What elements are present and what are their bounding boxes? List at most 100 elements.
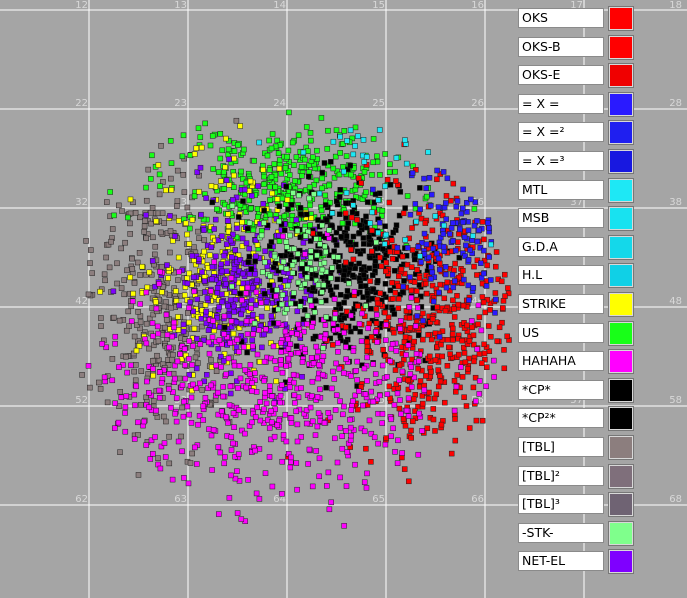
data-point [478, 327, 485, 334]
legend-color-swatch[interactable] [608, 63, 634, 89]
data-point [156, 369, 163, 375]
data-point [392, 268, 398, 274]
data-point [450, 337, 456, 343]
data-point [291, 290, 297, 296]
data-point [432, 357, 439, 363]
data-point [229, 254, 235, 261]
data-point [235, 407, 242, 413]
data-point [123, 327, 130, 334]
legend-color-swatch[interactable] [608, 492, 634, 518]
legend-label[interactable]: OKS-E [518, 65, 604, 86]
legend-label[interactable]: MSB [518, 208, 604, 229]
data-point [226, 313, 233, 319]
data-point [324, 146, 331, 152]
data-point [393, 348, 400, 354]
data-point [476, 227, 482, 234]
legend-color-swatch[interactable] [608, 349, 634, 375]
data-point [298, 211, 304, 217]
legend-label[interactable]: = X = [518, 93, 604, 114]
data-point [142, 218, 148, 224]
legend-color-swatch[interactable] [608, 120, 634, 146]
legend-label[interactable]: OKS-B [518, 36, 604, 57]
legend-label[interactable]: -STK- [518, 522, 604, 543]
legend-color-swatch[interactable] [608, 463, 634, 489]
legend-label[interactable]: G.D.A [518, 236, 604, 257]
data-point [249, 343, 256, 349]
data-point [391, 311, 398, 317]
data-point [137, 272, 143, 278]
legend-label[interactable]: *CP²* [518, 408, 604, 429]
data-point [162, 324, 168, 331]
data-point [231, 309, 237, 315]
legend-label[interactable]: MTL [518, 179, 604, 200]
data-point [125, 214, 131, 221]
legend-color-swatch[interactable] [608, 148, 634, 174]
data-point [319, 222, 325, 229]
data-point [298, 298, 304, 305]
legend-color-swatch[interactable] [608, 177, 634, 203]
grid-cell-label: 22 [75, 98, 88, 109]
data-point [286, 172, 293, 178]
legend-color-swatch[interactable] [608, 263, 634, 289]
legend-label[interactable]: [TBL]³ [518, 494, 604, 515]
grid-cell-label: 13 [174, 0, 187, 11]
legend-color-swatch[interactable] [608, 206, 634, 232]
legend-color-swatch[interactable] [608, 549, 634, 575]
legend-label[interactable]: STRIKE [518, 293, 604, 314]
data-point [351, 288, 358, 295]
legend-label[interactable]: [TBL]² [518, 465, 604, 486]
data-point [398, 266, 405, 273]
data-point [310, 154, 316, 160]
legend-color-swatch[interactable] [608, 406, 634, 432]
legend-label[interactable]: NET-EL [518, 551, 604, 572]
data-point [189, 362, 195, 368]
legend-color-swatch[interactable] [608, 520, 634, 546]
legend-label[interactable]: = X =² [518, 122, 604, 143]
data-point [213, 253, 219, 260]
data-point [106, 264, 113, 271]
data-point [283, 183, 289, 190]
legend-row: [TBL]³ [517, 491, 639, 520]
legend-color-swatch[interactable] [608, 291, 634, 317]
legend-label[interactable]: US [518, 322, 604, 343]
data-point [237, 375, 244, 382]
legend-label[interactable]: OKS [518, 8, 604, 28]
data-point [370, 286, 377, 293]
legend-color-swatch[interactable] [608, 6, 634, 31]
data-point [285, 147, 292, 154]
legend-label[interactable]: HAHAHA [518, 351, 604, 372]
data-point [319, 371, 326, 378]
data-point [166, 433, 172, 440]
legend-row: STRIKE [517, 291, 639, 320]
data-point [308, 248, 314, 254]
legend-color-swatch[interactable] [608, 234, 634, 260]
legend-color-swatch[interactable] [608, 34, 634, 60]
data-point [350, 256, 357, 263]
data-point [343, 344, 349, 350]
data-point [411, 256, 418, 263]
data-point [147, 456, 154, 462]
legend-label[interactable]: [TBL] [518, 436, 604, 457]
data-point [165, 275, 171, 281]
data-point [403, 160, 410, 167]
legend-label[interactable]: H.L [518, 265, 604, 286]
data-point [228, 318, 235, 324]
data-point [479, 219, 486, 225]
legend-color-swatch[interactable] [608, 91, 634, 117]
data-point [254, 277, 260, 283]
data-point [180, 172, 187, 178]
legend-color-swatch[interactable] [608, 377, 634, 403]
data-point [333, 392, 340, 398]
data-point [332, 237, 338, 243]
data-point [348, 373, 354, 379]
data-point [396, 273, 402, 280]
data-point [215, 345, 222, 352]
legend-label[interactable]: = X =³ [518, 150, 604, 171]
data-point [175, 254, 182, 261]
data-point [109, 356, 116, 362]
data-point [295, 279, 302, 286]
data-point [401, 278, 407, 284]
legend-label[interactable]: *CP* [518, 379, 604, 400]
legend-color-swatch[interactable] [608, 434, 634, 460]
legend-color-swatch[interactable] [608, 320, 634, 346]
